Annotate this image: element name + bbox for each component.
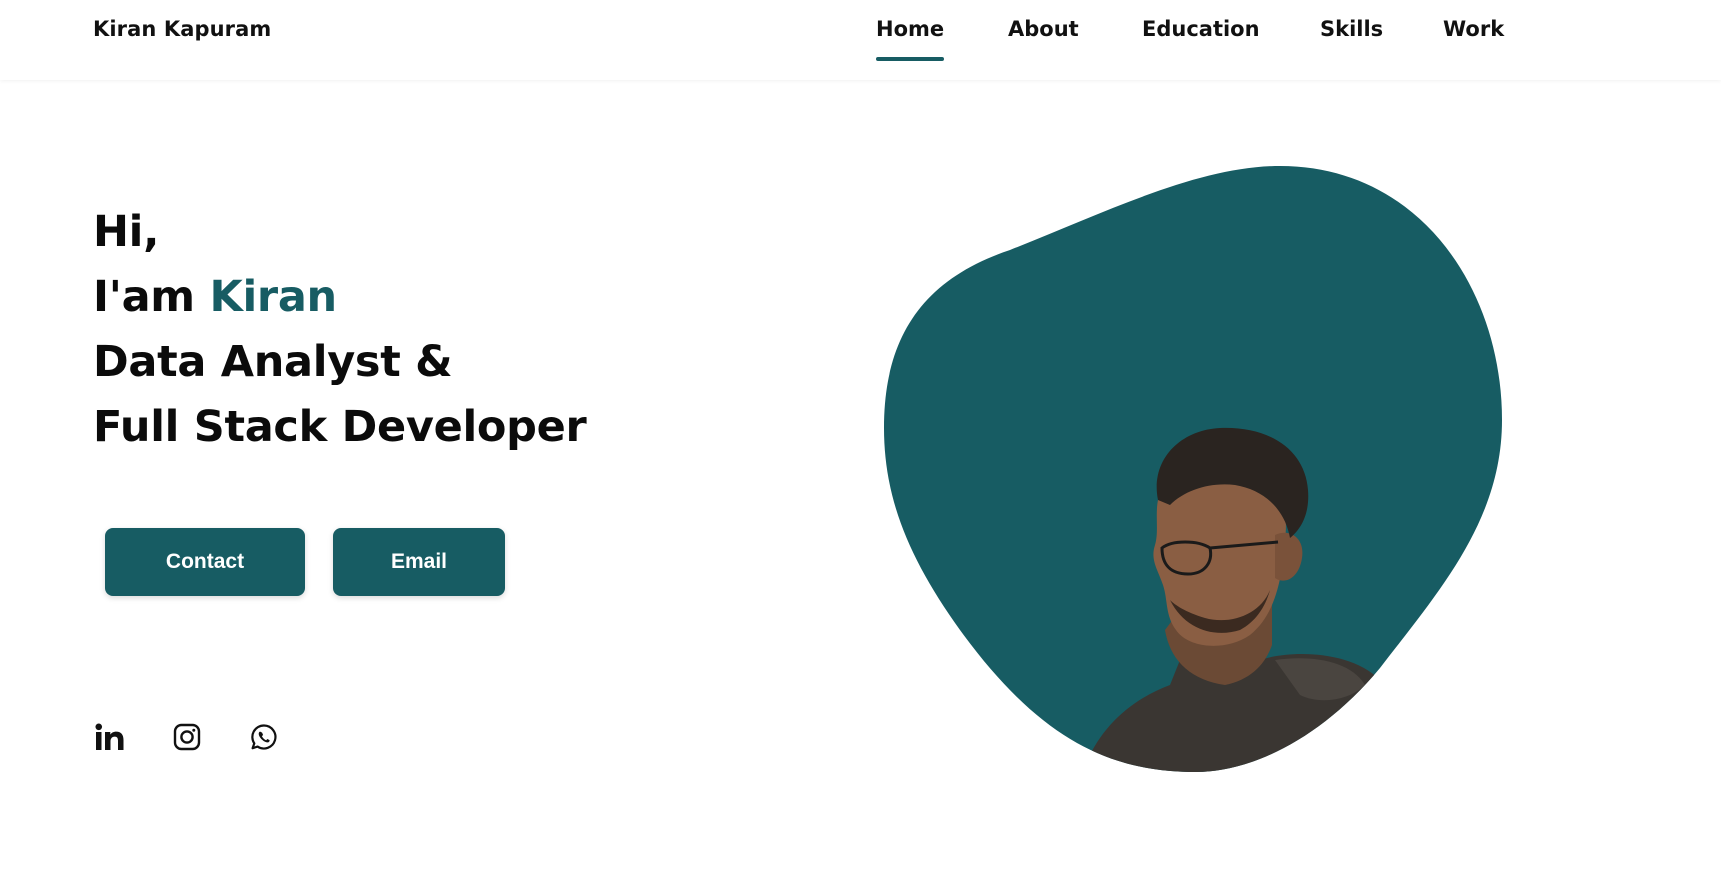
- whatsapp-icon[interactable]: [247, 720, 281, 754]
- site-header: Kiran Kapuram Home About Education Skill…: [0, 0, 1721, 80]
- hero-name: Kiran: [209, 272, 337, 322]
- nav-skills[interactable]: Skills: [1320, 17, 1383, 41]
- brand-logo-text[interactable]: Kiran Kapuram: [93, 17, 271, 41]
- nav-education[interactable]: Education: [1142, 17, 1260, 41]
- email-button[interactable]: Email: [333, 528, 505, 596]
- profile-blob: [880, 160, 1510, 780]
- hero-intro: I'am Kiran: [93, 265, 586, 330]
- hero-intro-prefix: I'am: [93, 272, 195, 322]
- contact-button[interactable]: Contact: [105, 528, 305, 596]
- hero-role-line-1: Data Analyst &: [93, 337, 453, 387]
- linkedin-icon[interactable]: [93, 720, 127, 754]
- hero-role-line-2: Full Stack Developer: [93, 402, 587, 452]
- nav-about[interactable]: About: [1008, 17, 1079, 41]
- instagram-icon[interactable]: [170, 720, 204, 754]
- nav-work[interactable]: Work: [1443, 17, 1504, 41]
- hero-greeting: Hi,: [93, 207, 160, 257]
- profile-picture: [884, 166, 1502, 772]
- nav-home[interactable]: Home: [876, 17, 945, 61]
- hero-heading: Hi, I'am Kiran Data Analyst & Full Stack…: [93, 200, 587, 460]
